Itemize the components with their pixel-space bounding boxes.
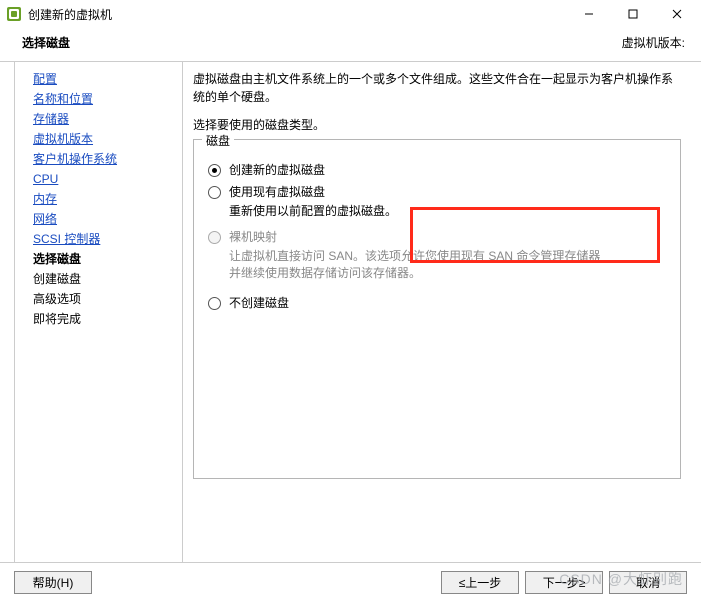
radio-sublabel: 重新使用以前配置的虚拟磁盘。 — [229, 202, 397, 219]
radio-label: 使用现有虚拟磁盘 — [229, 184, 397, 200]
subheader: 选择磁盘 虚拟机版本: — [0, 28, 701, 61]
sidebar-item-guest-os[interactable]: 客户机操作系统 — [33, 150, 182, 168]
main-panel: 虚拟磁盘由主机文件系统上的一个或多个文件组成。这些文件合在一起显示为客户机操作系… — [182, 62, 701, 562]
sidebar-item-scsi[interactable]: SCSI 控制器 — [33, 230, 182, 248]
radio-option-use-existing[interactable]: 使用现有虚拟磁盘 重新使用以前配置的虚拟磁盘。 — [208, 184, 666, 219]
subdescription-text: 选择要使用的磁盘类型。 — [193, 116, 681, 133]
radio-option-create-new[interactable]: 创建新的虚拟磁盘 — [208, 162, 666, 178]
sidebar-item-cpu[interactable]: CPU — [33, 170, 182, 188]
wizard-sidebar: 配置 名称和位置 存储器 虚拟机版本 客户机操作系统 CPU 内存 网络 SCS… — [14, 62, 182, 562]
radio-icon[interactable] — [208, 164, 221, 177]
app-icon — [6, 6, 22, 22]
close-button[interactable] — [655, 0, 699, 28]
radio-option-no-disk[interactable]: 不创建磁盘 — [208, 295, 666, 311]
sidebar-item-create-disk: 创建磁盘 — [33, 270, 182, 288]
footer: 帮助(H) ≤上一步 下一步≥ 取消 — [0, 562, 701, 602]
radio-icon[interactable] — [208, 297, 221, 310]
sidebar-item-advanced: 高级选项 — [33, 290, 182, 308]
radio-icon[interactable] — [208, 186, 221, 199]
minimize-button[interactable] — [567, 0, 611, 28]
cancel-button[interactable]: 取消 — [609, 571, 687, 594]
sidebar-item-network[interactable]: 网络 — [33, 210, 182, 228]
sidebar-item-config[interactable]: 配置 — [33, 70, 182, 88]
window-title: 创建新的虚拟机 — [28, 6, 112, 23]
page-step-title: 选择磁盘 — [22, 34, 70, 51]
disk-fieldset: 磁盘 创建新的虚拟磁盘 使用现有虚拟磁盘 重新使用以前配置的虚拟磁盘。 裸机映射 — [193, 139, 681, 479]
radio-label: 不创建磁盘 — [229, 295, 289, 311]
sidebar-item-memory[interactable]: 内存 — [33, 190, 182, 208]
radio-option-rdm: 裸机映射 让虚拟机直接访问 SAN。该选项允许您使用现有 SAN 命令管理存储器… — [208, 229, 666, 281]
next-button[interactable]: 下一步≥ — [525, 571, 603, 594]
sidebar-item-select-disk: 选择磁盘 — [33, 250, 182, 268]
back-button[interactable]: ≤上一步 — [441, 571, 519, 594]
description-text: 虚拟磁盘由主机文件系统上的一个或多个文件组成。这些文件合在一起显示为客户机操作系… — [193, 70, 681, 106]
sidebar-item-name-location[interactable]: 名称和位置 — [33, 90, 182, 108]
fieldset-legend: 磁盘 — [202, 132, 234, 144]
sidebar-item-vm-version[interactable]: 虚拟机版本 — [33, 130, 182, 148]
vm-version-label: 虚拟机版本: — [622, 34, 685, 51]
radio-sublabel: 让虚拟机直接访问 SAN。该选项允许您使用现有 SAN 命令管理存储器并继续使用… — [229, 247, 609, 281]
titlebar: 创建新的虚拟机 — [0, 0, 701, 28]
help-button[interactable]: 帮助(H) — [14, 571, 92, 594]
radio-label: 创建新的虚拟磁盘 — [229, 162, 325, 178]
maximize-button[interactable] — [611, 0, 655, 28]
sidebar-item-storage[interactable]: 存储器 — [33, 110, 182, 128]
radio-icon — [208, 231, 221, 244]
content: 配置 名称和位置 存储器 虚拟机版本 客户机操作系统 CPU 内存 网络 SCS… — [0, 62, 701, 562]
radio-label: 裸机映射 — [229, 229, 609, 245]
sidebar-item-ready: 即将完成 — [33, 310, 182, 328]
